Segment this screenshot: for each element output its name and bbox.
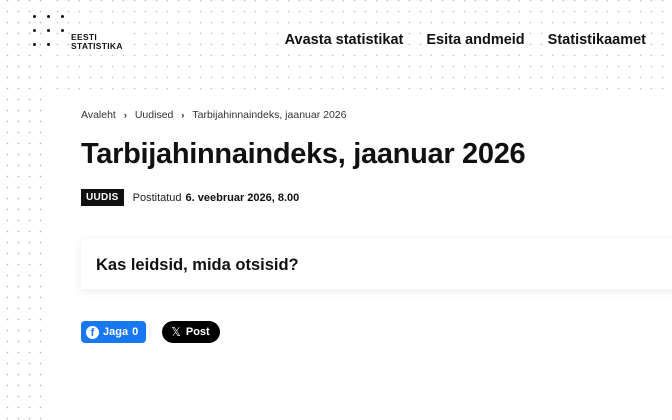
breadcrumb-item-current: Tarbijahinnaindeks, jaanuar 2026 — [192, 109, 347, 121]
page-title: Tarbijahinnaindeks, jaanuar 2026 — [81, 138, 526, 170]
facebook-share-label: Jaga — [103, 326, 129, 338]
facebook-share-count: 0 — [132, 326, 139, 338]
logo-text: EESTI STATISTIKA — [71, 32, 124, 51]
breadcrumb: Avaleht › Uudised › Tarbijahinnaindeks, … — [81, 109, 347, 121]
x-post-label: Post — [185, 326, 210, 338]
breadcrumb-item-news[interactable]: Uudised — [135, 109, 174, 121]
logo-dot — [61, 29, 64, 32]
logo-dot — [33, 43, 36, 46]
x-icon: 𝕏 — [171, 325, 181, 339]
nav-item-statistikaamet[interactable]: Statistikaamet — [547, 31, 646, 49]
nav-item-esita-andmeid[interactable]: Esita andmeid — [426, 31, 525, 49]
logo-dot — [47, 29, 50, 32]
logo-dot — [61, 15, 64, 18]
main-nav: Avasta statistikat Esita andmeid Statist… — [284, 31, 646, 49]
news-badge: UUDIS — [81, 189, 124, 206]
share-buttons: f Jaga 0 𝕏 Post — [81, 321, 220, 343]
logo-dot — [33, 15, 36, 18]
facebook-icon: f — [86, 325, 99, 339]
chevron-right-icon: › — [181, 110, 185, 120]
logo-line-2: STATISTIKA — [71, 41, 123, 51]
feedback-question: Kas leidsid, mida otsisid? — [96, 256, 299, 274]
logo-dot — [33, 29, 36, 32]
feedback-panel[interactable]: Kas leidsid, mida otsisid? — [81, 239, 672, 289]
chevron-right-icon: › — [123, 110, 127, 120]
logo-dot — [47, 43, 50, 46]
x-post-button[interactable]: 𝕏 Post — [162, 321, 220, 343]
article-meta: UUDIS Postitatud 6. veebruar 2026, 8.00 — [81, 189, 299, 206]
posted-label: Postitatud — [132, 191, 182, 204]
site-header: EESTI STATISTIKA Avasta statistikat Esit… — [0, 0, 672, 80]
logo-dot — [47, 15, 50, 18]
posted-date: 6. veebruar 2026, 8.00 — [185, 191, 300, 204]
facebook-share-button[interactable]: f Jaga 0 — [81, 321, 147, 343]
breadcrumb-item-home[interactable]: Avaleht — [81, 109, 116, 121]
nav-item-avasta-statistikat[interactable]: Avasta statistikat — [284, 31, 404, 49]
site-logo[interactable]: EESTI STATISTIKA — [28, 12, 138, 54]
